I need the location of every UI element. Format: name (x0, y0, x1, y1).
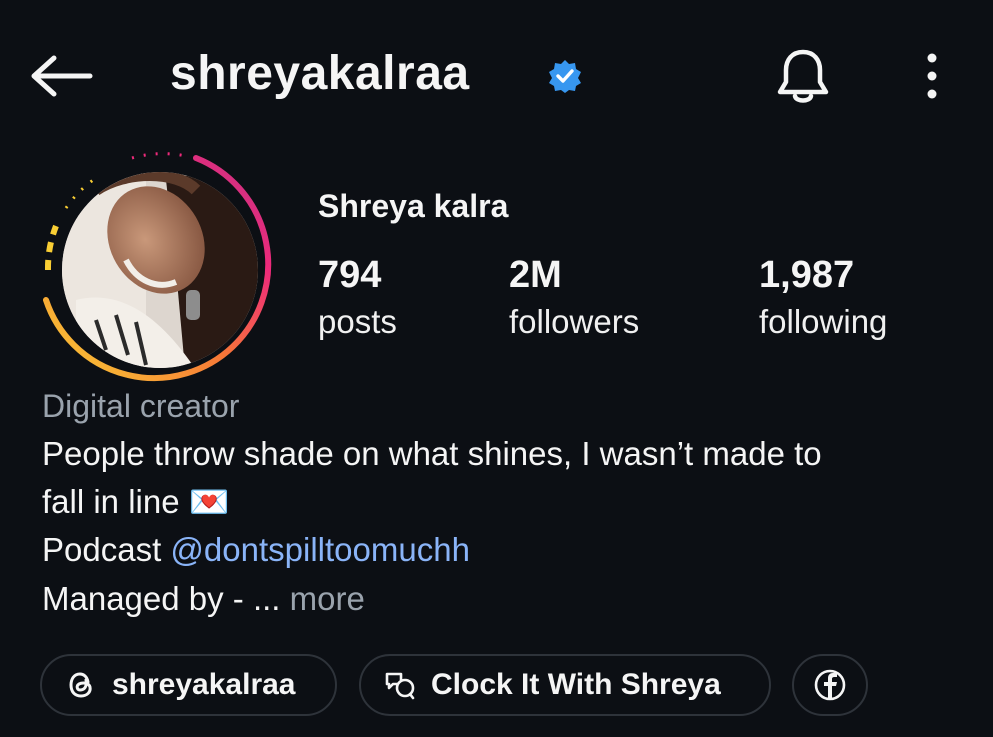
back-button[interactable] (30, 52, 94, 100)
followers-count: 2M (509, 254, 562, 296)
avatar-story-ring[interactable] (36, 150, 280, 386)
more-vertical-icon (927, 53, 937, 99)
threads-chip-label: shreyakalraa (112, 668, 296, 701)
profile-username: shreyakalraa (170, 47, 470, 100)
display-name: Shreya kalra (318, 188, 509, 224)
bio-line-1: People throw shade on what shines, I was… (42, 435, 822, 472)
podcast-handle-link[interactable]: @dontspilltoomuchh (170, 531, 470, 568)
profile-category: Digital creator (42, 388, 240, 424)
more-link[interactable]: more (290, 580, 365, 617)
posts-stat[interactable]: 794 posts (318, 252, 397, 346)
arrow-left-icon (31, 55, 93, 97)
podcast-prefix: Podcast (42, 531, 171, 568)
love-letter-emoji: 💌 (188, 483, 230, 520)
followers-label: followers (509, 303, 640, 340)
posts-label: posts (318, 303, 397, 340)
threads-profile-chip[interactable]: shreyakalraa (40, 654, 337, 716)
more-options-button[interactable] (912, 50, 952, 102)
notifications-button[interactable] (772, 46, 834, 108)
bio-managed-line: Managed by - ... more (42, 580, 365, 618)
bio-podcast-line: Podcast @dontspilltoomuchh (42, 531, 470, 569)
following-count: 1,987 (759, 254, 855, 296)
channel-chip-label: Clock It With Shreya (431, 668, 721, 701)
chat-bubbles-icon (385, 672, 415, 700)
facebook-chip[interactable] (792, 654, 868, 716)
verified-badge-icon (547, 58, 583, 94)
following-stat[interactable]: 1,987 following (759, 252, 887, 346)
bio-line-2-text: fall in line (42, 483, 180, 520)
posts-count: 794 (318, 254, 382, 296)
bell-icon (777, 49, 829, 103)
facebook-icon (814, 669, 846, 701)
bio-line-2: fall in line 💌 (42, 483, 230, 522)
avatar (62, 172, 258, 368)
channel-chip[interactable]: Clock It With Shreya (359, 654, 771, 716)
followers-stat[interactable]: 2M followers (509, 252, 639, 346)
managed-by-text: Managed by - ... (42, 580, 290, 617)
threads-icon (69, 672, 92, 698)
following-label: following (759, 303, 888, 340)
